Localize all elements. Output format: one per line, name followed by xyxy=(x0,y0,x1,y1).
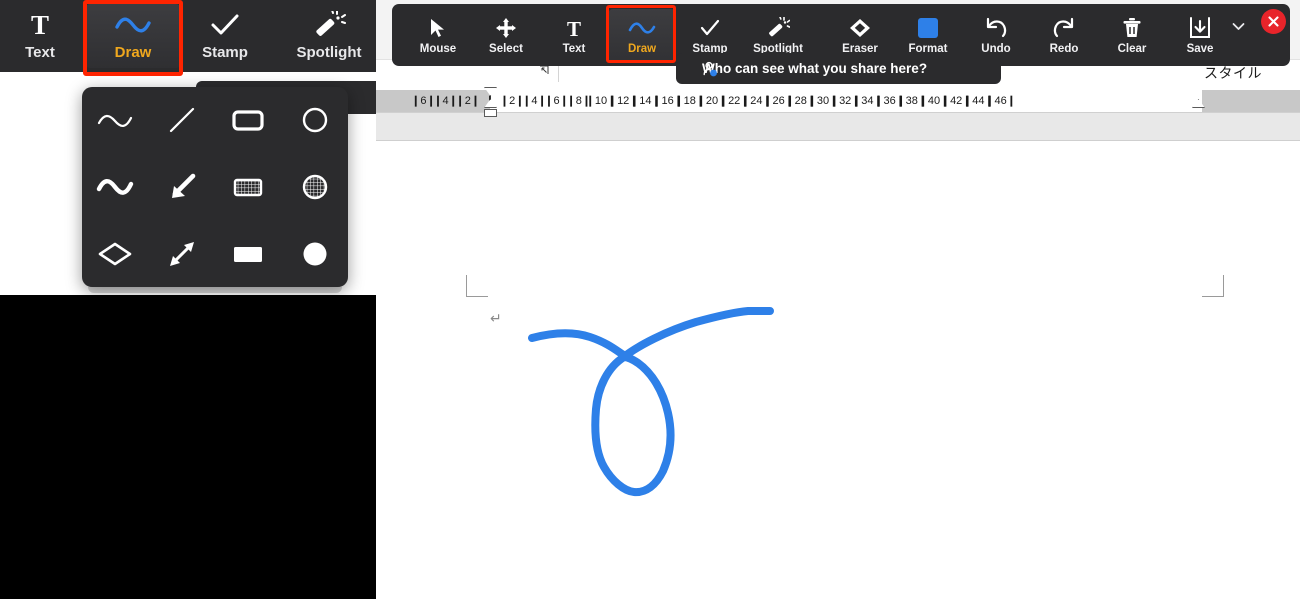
tool-clear-label: Clear xyxy=(1118,43,1147,55)
ruler-tick: ❙6❙ xyxy=(411,93,436,109)
share-visibility-tooltip[interactable]: Who can see what you share here? xyxy=(676,53,1001,84)
rect-filled-tool[interactable] xyxy=(219,225,277,283)
ruler-tick: ❙2❙ xyxy=(500,93,525,109)
tool-save-label: Save xyxy=(1187,43,1214,55)
tool-text-label: Text xyxy=(563,43,586,55)
tool-save[interactable]: Save xyxy=(1166,9,1234,63)
ruler-tick: ❙6❙ xyxy=(544,93,569,109)
arrow-tool[interactable] xyxy=(153,158,211,216)
cursor-arrow-icon xyxy=(428,17,448,39)
margin-corner-top-right xyxy=(1202,275,1224,297)
left-tool-draw[interactable]: Draw xyxy=(85,4,181,68)
tool-select-label: Select xyxy=(489,43,523,55)
tool-mouse-label: Mouse xyxy=(420,43,456,55)
diagonal-line-icon xyxy=(167,105,197,135)
left-tool-text[interactable]: T Text xyxy=(0,4,88,68)
person-badge-icon xyxy=(702,61,719,78)
ruler-tick-labels: ❙6❙❙4❙❙2❙❙❙2❙❙4❙❙6❙❙8❙❙10❙❙12❙❙14❙❙16❙❙1… xyxy=(376,90,1300,112)
word-ruler[interactable]: ❙6❙❙4❙❙2❙❙❙2❙❙4❙❙6❙❙8❙❙10❙❙12❙❙14❙❙16❙❙1… xyxy=(376,90,1300,112)
tool-draw-label: Draw xyxy=(628,43,656,55)
left-tool-stamp-label: Stamp xyxy=(202,44,248,61)
checkmark-icon xyxy=(698,17,722,39)
thick-squiggle-icon xyxy=(95,175,135,199)
move-cross-icon xyxy=(495,17,517,39)
left-tool-stamp[interactable]: Stamp xyxy=(177,4,273,68)
wand-icon xyxy=(312,11,346,39)
squiggle-icon xyxy=(627,17,657,39)
blue-ink-annotation xyxy=(376,141,1300,599)
hatched-rectangle-icon xyxy=(231,174,265,200)
ruler-tick: ❙4❙ xyxy=(433,93,458,109)
filled-rectangle-icon xyxy=(231,243,265,265)
checkmark-icon xyxy=(208,11,242,39)
left-indent-marker[interactable] xyxy=(484,109,497,117)
thick-freehand-tool[interactable] xyxy=(86,158,144,216)
circle-outline-icon xyxy=(301,106,329,134)
paragraph-mark: ↵ xyxy=(490,311,502,327)
left-black-panel xyxy=(0,295,376,599)
chevron-down-icon[interactable] xyxy=(1232,22,1245,31)
margin-corner-top-left xyxy=(466,275,488,297)
rounded-rectangle-outline-icon xyxy=(231,107,265,133)
rounded-rect-outline-tool[interactable] xyxy=(219,91,277,149)
tool-select[interactable]: Select xyxy=(472,9,540,63)
close-button[interactable] xyxy=(1261,9,1286,34)
circle-hatched-tool[interactable] xyxy=(286,158,344,216)
left-tool-text-label: Text xyxy=(25,44,55,61)
left-tool-spotlight[interactable]: Spotlight xyxy=(281,4,377,68)
svg-text:T: T xyxy=(31,11,49,39)
palette-shadow xyxy=(88,287,342,293)
line-tool[interactable] xyxy=(153,91,211,149)
left-tool-draw-label: Draw xyxy=(115,44,152,61)
tool-redo-label: Redo xyxy=(1050,43,1079,55)
redo-arrow-icon xyxy=(1052,17,1076,39)
left-tool-spotlight-label: Spotlight xyxy=(297,44,362,61)
eraser-icon xyxy=(848,17,872,39)
left-annotation-toolbar[interactable]: T Text Draw Stamp xyxy=(0,0,376,72)
ruler-tick: ❙46❙ xyxy=(985,93,1016,109)
save-download-icon xyxy=(1189,17,1211,39)
tool-redo[interactable]: Redo xyxy=(1030,9,1098,63)
ruler-tick: ❙2❙ xyxy=(456,93,481,109)
tool-draw[interactable]: Draw xyxy=(608,9,676,63)
app-root: スタイル ❙6❙❙4❙❙2❙❙❙2❙❙4❙❙6❙❙8❙❙10❙❙12❙❙14❙❙… xyxy=(0,0,1300,599)
double-arrow-tool[interactable] xyxy=(153,225,211,283)
filled-circle-icon xyxy=(301,240,329,268)
text-icon: T xyxy=(25,11,55,39)
double-arrow-icon xyxy=(166,238,198,270)
hatched-circle-icon xyxy=(300,172,330,202)
circle-outline-tool[interactable] xyxy=(286,91,344,149)
trash-icon xyxy=(1121,17,1143,39)
arrow-down-left-icon xyxy=(166,171,198,203)
thin-squiggle-icon xyxy=(95,109,135,131)
style-group-label: スタイル xyxy=(1204,63,1262,83)
draw-tool-palette[interactable] xyxy=(82,87,348,287)
share-tooltip-text: Who can see what you share here? xyxy=(702,61,927,76)
blue-square-icon xyxy=(917,17,939,39)
rect-hatched-tool[interactable] xyxy=(219,158,277,216)
circle-filled-tool[interactable] xyxy=(286,225,344,283)
diamond-tool[interactable] xyxy=(86,225,144,283)
thin-freehand-tool[interactable] xyxy=(86,91,144,149)
wand-icon xyxy=(766,17,790,39)
ruler-tick: ❙4❙ xyxy=(522,93,547,109)
tool-clear[interactable]: Clear xyxy=(1098,9,1166,63)
undo-arrow-icon xyxy=(984,17,1008,39)
text-icon: T xyxy=(563,17,585,39)
tool-text[interactable]: T Text xyxy=(540,9,608,63)
document-page[interactable]: ↵ xyxy=(376,141,1300,599)
diamond-outline-icon xyxy=(97,240,133,268)
svg-text:T: T xyxy=(567,17,581,39)
ruler-lower-strip xyxy=(376,113,1300,140)
tool-mouse[interactable]: Mouse xyxy=(404,9,472,63)
squiggle-icon xyxy=(113,11,153,39)
